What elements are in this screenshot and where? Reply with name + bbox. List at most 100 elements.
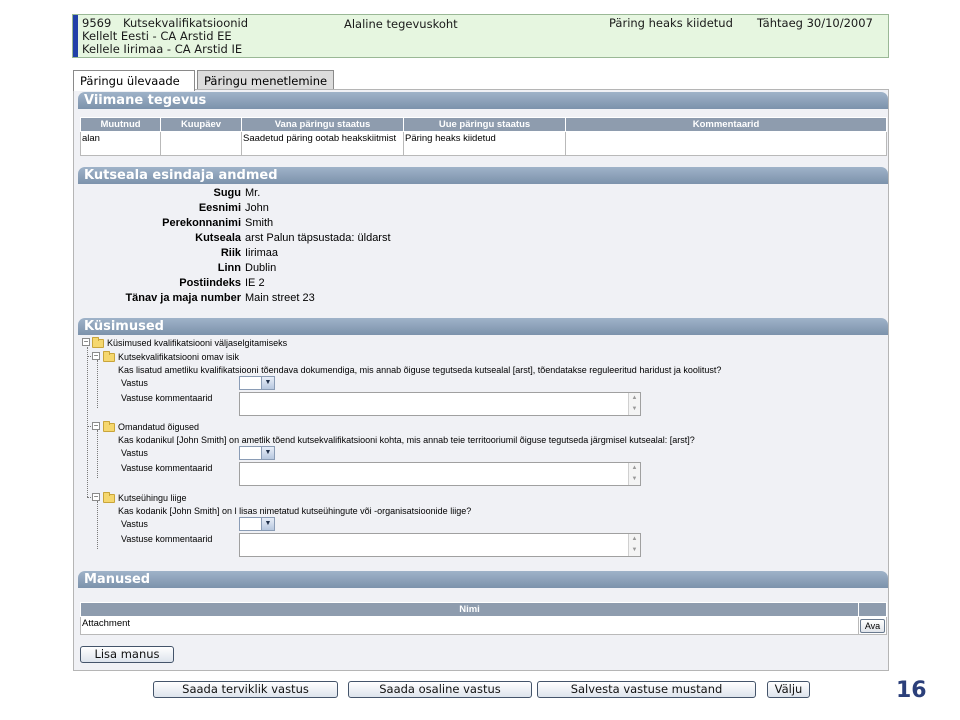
section-title-attachments: Manused xyxy=(78,571,888,588)
label-gender: Sugu xyxy=(213,187,242,199)
chevron-down-icon: ▼ xyxy=(261,518,274,530)
activity-type: Alaline tegevuskoht xyxy=(344,17,458,31)
collapse-icon[interactable]: − xyxy=(92,422,100,430)
label-postal-code: Postiindeks xyxy=(179,277,241,289)
column-header: Kommentaarid xyxy=(565,117,887,132)
cell-new-status: Päring heaks kiidetud xyxy=(403,131,566,156)
save-draft-button[interactable]: Salvesta vastuse mustand xyxy=(537,681,756,698)
scrollbar[interactable]: ▲ ▼ xyxy=(628,534,640,556)
label-profession: Kutseala xyxy=(195,232,241,244)
scrollbar[interactable]: ▲ ▼ xyxy=(628,393,640,415)
label-street: Tänav ja maja number xyxy=(125,292,241,304)
comment-label: Vastuse kommentaarid xyxy=(121,393,213,403)
collapse-icon[interactable]: − xyxy=(92,493,100,501)
table-row: Attachment Ava xyxy=(80,616,887,635)
question-text: Kas kodanik [John Smith] on l lisas nime… xyxy=(118,506,472,516)
recipient: Kellele Iirimaa - CA Arstid IE xyxy=(82,42,243,56)
scrollbar[interactable]: ▲ ▼ xyxy=(628,463,640,485)
deadline: Tähtaeg 30/10/2007 xyxy=(757,16,873,30)
answer-comment-textarea[interactable]: ▲ ▼ xyxy=(239,462,641,486)
attachment-name: Attachment xyxy=(80,616,859,635)
section-title-representative: Kutseala esindaja andmed xyxy=(78,167,888,184)
attachments-panel: Nimi Attachment Ava Lisa manus xyxy=(78,588,888,668)
answer-comment-textarea[interactable]: ▲ ▼ xyxy=(239,392,641,416)
question-text: Kas kodanikul [John Smith] on ametlik tõ… xyxy=(118,435,695,445)
header-accent xyxy=(73,15,78,57)
request-id: 9569 xyxy=(82,16,112,30)
question-group-label: Kutseühingu liige xyxy=(118,493,187,503)
column-header: Muutnud xyxy=(80,117,161,132)
tab-request-processing[interactable]: Päringu menetlemine xyxy=(197,70,334,90)
answer-label: Vastus xyxy=(121,448,148,458)
answer-label: Vastus xyxy=(121,378,148,388)
add-attachment-button[interactable]: Lisa manus xyxy=(80,646,174,663)
table-header-row: Muutnud Kuupäev Vana päringu staatus Uue… xyxy=(80,117,887,132)
collapse-icon[interactable]: − xyxy=(82,338,90,346)
question-root-label: Küsimused kvalifikatsiooni väljaselgitam… xyxy=(107,338,288,348)
value-last-name: Smith xyxy=(245,217,274,229)
value-profession: arst Palun täpsustada: üldarst xyxy=(245,232,391,244)
open-attachment-button[interactable]: Ava xyxy=(860,619,885,633)
tree-line xyxy=(97,430,98,478)
section-title-questions: Küsimused xyxy=(78,318,888,335)
send-full-response-button[interactable]: Saada terviklik vastus xyxy=(153,681,338,698)
last-activity-table: Muutnud Kuupäev Vana päringu staatus Uue… xyxy=(80,117,887,156)
label-first-name: Eesnimi xyxy=(198,202,241,214)
answer-select[interactable]: ▼ xyxy=(239,517,275,531)
value-postal-code: IE 2 xyxy=(245,277,265,289)
attachment-action-cell: Ava xyxy=(858,616,887,635)
tab-request-overview[interactable]: Päringu ülevaade xyxy=(73,70,195,91)
comment-label: Vastuse kommentaarid xyxy=(121,463,213,473)
collapse-icon[interactable]: − xyxy=(92,352,100,360)
tree-line xyxy=(97,501,98,549)
page-number: 16 xyxy=(896,678,927,703)
question-group-label: Omandatud õigused xyxy=(118,422,200,432)
value-first-name: John xyxy=(245,202,269,214)
column-header: Kuupäev xyxy=(160,117,242,132)
cell-old-status: Saadetud päring ootab heakskiitmist xyxy=(241,131,404,156)
tree-line xyxy=(97,360,98,408)
exit-button[interactable]: Välju xyxy=(767,681,810,698)
column-header: Vana päringu staatus xyxy=(241,117,404,132)
value-gender: Mr. xyxy=(245,187,261,199)
representative-panel: Sugu Mr. Eesnimi John Perekonnanimi Smit… xyxy=(78,184,888,309)
tree-line xyxy=(87,347,88,497)
column-header: Uue päringu staatus xyxy=(403,117,566,132)
request-title: Kutsekvalifikatsioonid xyxy=(123,16,249,30)
value-street: Main street 23 xyxy=(245,292,315,304)
questions-panel: − Küsimused kvalifikatsiooni väljaselgit… xyxy=(78,335,888,565)
section-title-last-activity: Viimane tegevus xyxy=(78,92,888,109)
cell-comments xyxy=(565,131,887,156)
cell-modified-by: alan xyxy=(80,131,161,156)
attachments-table: Nimi Attachment Ava xyxy=(80,602,887,635)
answer-label: Vastus xyxy=(121,519,148,529)
folder-icon xyxy=(92,337,104,348)
label-last-name: Perekonnanimi xyxy=(162,217,241,229)
sender: Kellelt Eesti - CA Arstid EE xyxy=(82,29,232,43)
cell-date xyxy=(160,131,242,156)
label-city: Linn xyxy=(217,262,241,274)
chevron-down-icon: ▼ xyxy=(261,377,274,389)
column-header: Nimi xyxy=(80,602,859,617)
folder-icon xyxy=(103,421,115,432)
answer-select[interactable]: ▼ xyxy=(239,446,275,460)
answer-select[interactable]: ▼ xyxy=(239,376,275,390)
question-text: Kas lisatud ametliku kvalifikatsiooni tõ… xyxy=(118,365,722,375)
main-content: Viimane tegevus Muutnud Kuupäev Vana pär… xyxy=(73,89,889,671)
folder-icon xyxy=(103,351,115,362)
request-header: 9569 Kutsekvalifikatsioonid Alaline tege… xyxy=(72,14,889,58)
table-row: alan Saadetud päring ootab heakskiitmist… xyxy=(80,131,887,156)
send-partial-response-button[interactable]: Saada osaline vastus xyxy=(348,681,532,698)
table-header-row: Nimi xyxy=(80,602,887,617)
label-country: Riik xyxy=(220,247,241,259)
last-activity-panel: Muutnud Kuupäev Vana päringu staatus Uue… xyxy=(78,109,888,159)
folder-icon xyxy=(103,492,115,503)
comment-label: Vastuse kommentaarid xyxy=(121,534,213,544)
column-header-empty xyxy=(858,602,887,617)
question-group-label: Kutsekvalifikatsiooni omav isik xyxy=(118,352,240,362)
chevron-down-icon: ▼ xyxy=(261,447,274,459)
answer-comment-textarea[interactable]: ▲ ▼ xyxy=(239,533,641,557)
request-status: Päring heaks kiidetud xyxy=(609,16,733,30)
value-country: Iirimaa xyxy=(245,247,279,259)
value-city: Dublin xyxy=(245,262,277,274)
